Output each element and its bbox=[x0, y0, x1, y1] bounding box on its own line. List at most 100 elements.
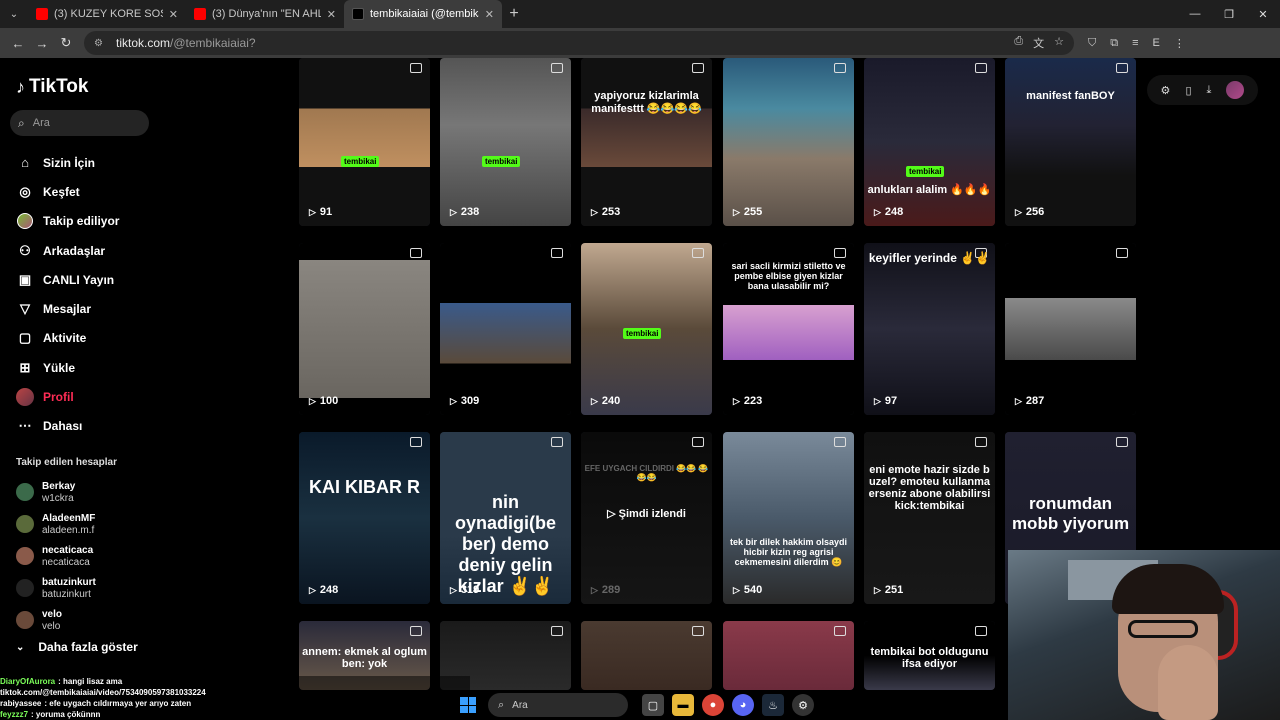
sidebar-item-upload[interactable]: ⊞ Yükle bbox=[16, 353, 119, 382]
sidebar-item-messages[interactable]: ▽ Mesajlar bbox=[16, 294, 119, 323]
tab-search-icon[interactable]: ⌄ bbox=[0, 0, 28, 28]
video-tile[interactable]: KAI KIBAR R ▷ 248 bbox=[299, 432, 430, 604]
video-caption: sari sacli kirmizi stiletto ve pembe elb… bbox=[731, 261, 846, 291]
bookmark-star-icon[interactable]: ☆ bbox=[1054, 35, 1064, 51]
account-name: Berkay bbox=[42, 480, 76, 492]
streamer-hair bbox=[1112, 564, 1224, 614]
url-field[interactable]: ⚙ tiktok.com/@tembikaiaiai? ⎙ 文 ☆ bbox=[84, 31, 1074, 55]
shield-extension-icon[interactable]: ⛉ bbox=[1088, 37, 1096, 50]
view-count-value: 253 bbox=[601, 206, 621, 218]
site-info-icon[interactable]: ⚙ bbox=[94, 38, 108, 49]
following-account-item[interactable]: necaticaca necaticaca bbox=[16, 540, 96, 572]
view-count-value: 287 bbox=[1025, 395, 1045, 407]
browser-tab-1[interactable]: (3) KUZEY KORE SOSYAL MEDYA ✕ bbox=[28, 0, 186, 28]
avatar[interactable] bbox=[1226, 81, 1245, 99]
file-explorer-icon[interactable]: ▬ bbox=[672, 694, 694, 716]
steam-icon[interactable]: ♨ bbox=[762, 694, 784, 716]
forward-icon[interactable]: → bbox=[30, 31, 54, 55]
account-name: velo bbox=[42, 608, 63, 620]
menu-kebab-icon[interactable]: ⋮ bbox=[1174, 37, 1185, 50]
account-handle: w1ckra bbox=[42, 492, 74, 504]
new-tab-button[interactable]: + bbox=[502, 5, 526, 23]
download-icon[interactable]: ⤓ bbox=[1207, 84, 1212, 97]
sidebar-item-more[interactable]: ⋯ Dahası bbox=[16, 412, 119, 441]
sidebar-item-profile[interactable]: Profil bbox=[16, 382, 119, 411]
view-count-value: 256 bbox=[1025, 206, 1045, 218]
video-tile[interactable]: nin oynadigi(be ber) demo deniy gelin ki… bbox=[440, 432, 571, 604]
video-tile[interactable]: EFE UYGACH CILDIRDI 😂😂 😂😂😂 ▷ Şimdi izlend… bbox=[581, 432, 712, 604]
show-more-button[interactable]: ⌄ Daha fazla göster bbox=[16, 640, 138, 654]
account-name: AladeenMF bbox=[42, 512, 96, 524]
following-account-item[interactable]: AladeenMF aladeen.m.f bbox=[16, 508, 96, 540]
video-tile[interactable]: tek bir dilek hakkim olsaydi hicbir kizi… bbox=[723, 432, 854, 604]
video-tile[interactable]: tembikai ▷ 91 bbox=[299, 58, 430, 226]
browser-tab-2[interactable]: (3) Dünya'nın "EN AHLAKSIZ" B ✕ bbox=[186, 0, 344, 28]
windows-taskbar: ⌕ Ara ▢ ▬ ● ◕ ♨ ⚙ bbox=[460, 690, 820, 720]
photo-mode-icon bbox=[1116, 248, 1128, 258]
video-tile[interactable]: tembikai ▷ 238 bbox=[440, 58, 571, 226]
taskbar-search[interactable]: ⌕ Ara bbox=[488, 693, 628, 717]
chrome-icon[interactable]: ● bbox=[702, 694, 724, 716]
sidebar-item-explore[interactable]: ◎ Keşfet bbox=[16, 177, 119, 206]
sidebar-item-friends[interactable]: ⚇ Arkadaşlar bbox=[16, 236, 119, 265]
media-control-icon[interactable]: ≡ bbox=[1132, 37, 1138, 50]
task-view-icon[interactable]: ▢ bbox=[642, 694, 664, 716]
video-tile[interactable]: ▷ 309 bbox=[440, 243, 571, 415]
video-tile[interactable]: sari sacli kirmizi stiletto ve pembe elb… bbox=[723, 243, 854, 415]
video-tile[interactable]: anlukları alalim 🔥🔥🔥 tembikai ▷ 248 bbox=[864, 58, 995, 226]
video-tile[interactable]: keyifler yerinde ✌️✌️ ▷ 97 bbox=[864, 243, 995, 415]
close-icon[interactable]: ✕ bbox=[169, 8, 178, 21]
sidebar-item-activity[interactable]: ▢ Aktivite bbox=[16, 324, 119, 353]
video-tile[interactable]: tembikai ▷ 240 bbox=[581, 243, 712, 415]
video-tile[interactable]: ▷ 100 bbox=[299, 243, 430, 415]
extensions-puzzle-icon[interactable]: ⧉ bbox=[1110, 37, 1118, 50]
photo-mode-icon bbox=[975, 63, 987, 73]
restore-icon[interactable]: ❐ bbox=[1212, 0, 1246, 28]
view-count: ▷ 240 bbox=[591, 395, 620, 407]
close-icon[interactable]: ✕ bbox=[485, 8, 494, 21]
photo-mode-icon bbox=[975, 626, 987, 636]
translate-icon[interactable]: 文 bbox=[1033, 35, 1044, 51]
tiktok-note-icon: ♪ bbox=[16, 76, 25, 97]
video-thumbnail bbox=[581, 58, 712, 226]
tiktok-logo[interactable]: ♪ TikTok bbox=[16, 76, 88, 98]
profile-avatar-icon bbox=[16, 388, 34, 407]
close-window-icon[interactable]: ✕ bbox=[1246, 0, 1280, 28]
settings-icon[interactable]: ⚙ bbox=[1161, 84, 1171, 97]
app-icon[interactable]: ⚙ bbox=[792, 694, 814, 716]
minimize-icon[interactable]: — bbox=[1178, 0, 1212, 28]
live-icon: ▣ bbox=[18, 271, 32, 287]
view-count: ▷ 100 bbox=[309, 395, 338, 407]
sidebar-item-for-you[interactable]: ⌂ Sizin İçin bbox=[16, 148, 119, 177]
photo-mode-icon bbox=[692, 248, 704, 258]
view-count: ▷ 248 bbox=[874, 206, 903, 218]
sidebar-item-live[interactable]: ▣ CANLI Yayın bbox=[16, 265, 119, 294]
more-icon: ⋯ bbox=[18, 418, 32, 434]
video-tile[interactable]: ▷ 255 bbox=[723, 58, 854, 226]
account-handle: aladeen.m.f bbox=[42, 524, 95, 536]
reload-icon[interactable]: ↻ bbox=[54, 31, 78, 55]
video-tile[interactable]: manifest fanBOY ▷ 256 bbox=[1005, 58, 1136, 226]
search-input[interactable]: ⌕ Ara bbox=[10, 110, 149, 136]
sidebar-item-following[interactable]: Takip ediliyor bbox=[16, 207, 119, 236]
video-tile[interactable]: ▷ 287 bbox=[1005, 243, 1136, 415]
video-tile[interactable]: tembikai bot oldugunu ifsa ediyor bbox=[864, 621, 995, 690]
view-count: ▷ 255 bbox=[733, 206, 762, 218]
video-tile[interactable] bbox=[581, 621, 712, 690]
following-account-item[interactable]: Berkay w1ckra bbox=[16, 476, 96, 508]
video-tile[interactable] bbox=[723, 621, 854, 690]
view-count: ▷ 287 bbox=[1015, 395, 1044, 407]
browser-tab-3[interactable]: tembikaiaiai (@tembikaiaiai) | T ✕ bbox=[344, 0, 502, 28]
back-icon[interactable]: ← bbox=[6, 31, 30, 55]
following-account-item[interactable]: velo velo bbox=[16, 604, 96, 636]
profile-icon[interactable]: E bbox=[1153, 37, 1160, 50]
device-icon[interactable]: ▯ bbox=[1185, 84, 1191, 97]
view-count: ▷ 251 bbox=[874, 584, 903, 596]
windows-start-icon[interactable] bbox=[460, 697, 476, 713]
discord-icon[interactable]: ◕ bbox=[732, 694, 754, 716]
following-account-item[interactable]: batuzinkurt batuzinkurt bbox=[16, 572, 96, 604]
video-tile[interactable]: yapiyoruz kizlarimla manifesttt 😂😂😂😂 ▷ 253 bbox=[581, 58, 712, 226]
close-icon[interactable]: ✕ bbox=[327, 8, 336, 21]
video-tile[interactable]: eni emote hazir sizde b uzel? emoteu kul… bbox=[864, 432, 995, 604]
install-app-icon[interactable]: ⎙ bbox=[1014, 35, 1023, 51]
